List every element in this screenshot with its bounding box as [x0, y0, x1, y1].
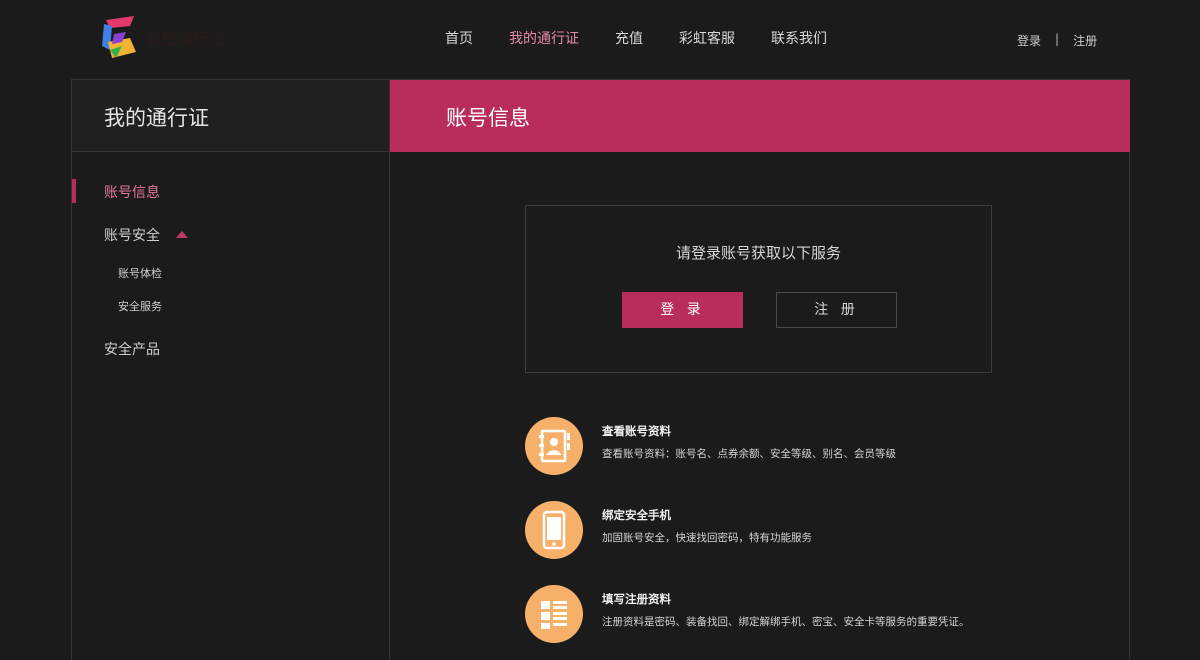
form-grid-icon	[525, 585, 583, 643]
nav-item-home[interactable]: 首页	[445, 30, 473, 48]
sidebar-subitem-security-service[interactable]: 安全服务	[118, 298, 162, 314]
sidebar-item-account-info[interactable]: 账号信息	[104, 182, 160, 202]
feature-description: 注册资料是密码、装备找回、绑定解绑手机、密宝、安全卡等服务的重要凭证。	[602, 616, 970, 628]
logo-text: 彩虹通行证	[146, 30, 227, 48]
feature-title: 绑定安全手机	[602, 508, 671, 522]
top-header: 彩虹通行证 首页 我的通行证 充值 彩虹客服 联系我们 登录 | 注册	[0, 0, 1200, 79]
feature-item-view-profile: 查看账号资料 查看账号资料：账号名、点券余额、安全等级、别名、会员等级	[525, 417, 1125, 477]
login-button[interactable]: 登 录	[622, 292, 743, 328]
login-panel: 请登录账号获取以下服务 登 录 注 册	[525, 205, 992, 373]
contact-book-icon	[525, 417, 583, 475]
sidebar-item-security-products[interactable]: 安全产品	[104, 339, 160, 359]
sidebar-item-label: 账号安全	[104, 228, 160, 244]
active-indicator	[72, 179, 76, 203]
sidebar-item-account-security[interactable]: 账号安全	[104, 225, 188, 245]
feature-description: 查看账号资料：账号名、点券余额、安全等级、别名、会员等级	[602, 448, 896, 460]
feature-item-registration-info: 填写注册资料 注册资料是密码、装备找回、绑定解绑手机、密宝、安全卡等服务的重要凭…	[525, 585, 1125, 645]
login-prompt: 请登录账号获取以下服务	[675, 244, 841, 262]
page-title: 账号信息	[446, 106, 530, 130]
sidebar-header: 我的通行证	[72, 80, 390, 152]
nav-item-recharge[interactable]: 充值	[615, 30, 643, 48]
header-register-link[interactable]: 注册	[1073, 32, 1097, 49]
main-header: 账号信息	[390, 80, 1130, 152]
feature-item-bind-phone: 绑定安全手机 加固账号安全，快速找回密码，特有功能服务	[525, 501, 1125, 561]
sidebar-subitem-account-check[interactable]: 账号体检	[118, 265, 162, 281]
logo-icon[interactable]	[100, 16, 140, 60]
sidebar-item-label: 账号信息	[104, 185, 160, 201]
feature-title: 填写注册资料	[602, 592, 671, 606]
header-login-link[interactable]: 登录	[1017, 32, 1041, 49]
nav-item-contact[interactable]: 联系我们	[771, 30, 827, 48]
auth-separator: |	[1055, 32, 1060, 46]
sidebar-item-label: 安全产品	[104, 342, 160, 358]
mobile-phone-icon	[525, 501, 583, 559]
feature-title: 查看账号资料	[602, 424, 671, 438]
feature-description: 加固账号安全，快速找回密码，特有功能服务	[602, 532, 812, 544]
register-button[interactable]: 注 册	[776, 292, 897, 328]
sidebar: 账号信息 账号安全 账号体检 安全服务 安全产品	[72, 152, 390, 660]
nav-item-my-pass[interactable]: 我的通行证	[509, 30, 579, 48]
nav-item-support[interactable]: 彩虹客服	[679, 30, 735, 48]
main-nav: 首页 我的通行证 充值 彩虹客服 联系我们	[445, 30, 863, 48]
sidebar-title: 我的通行证	[104, 106, 209, 130]
caret-up-icon[interactable]	[176, 230, 188, 238]
auth-links: 登录 | 注册	[1017, 32, 1097, 49]
